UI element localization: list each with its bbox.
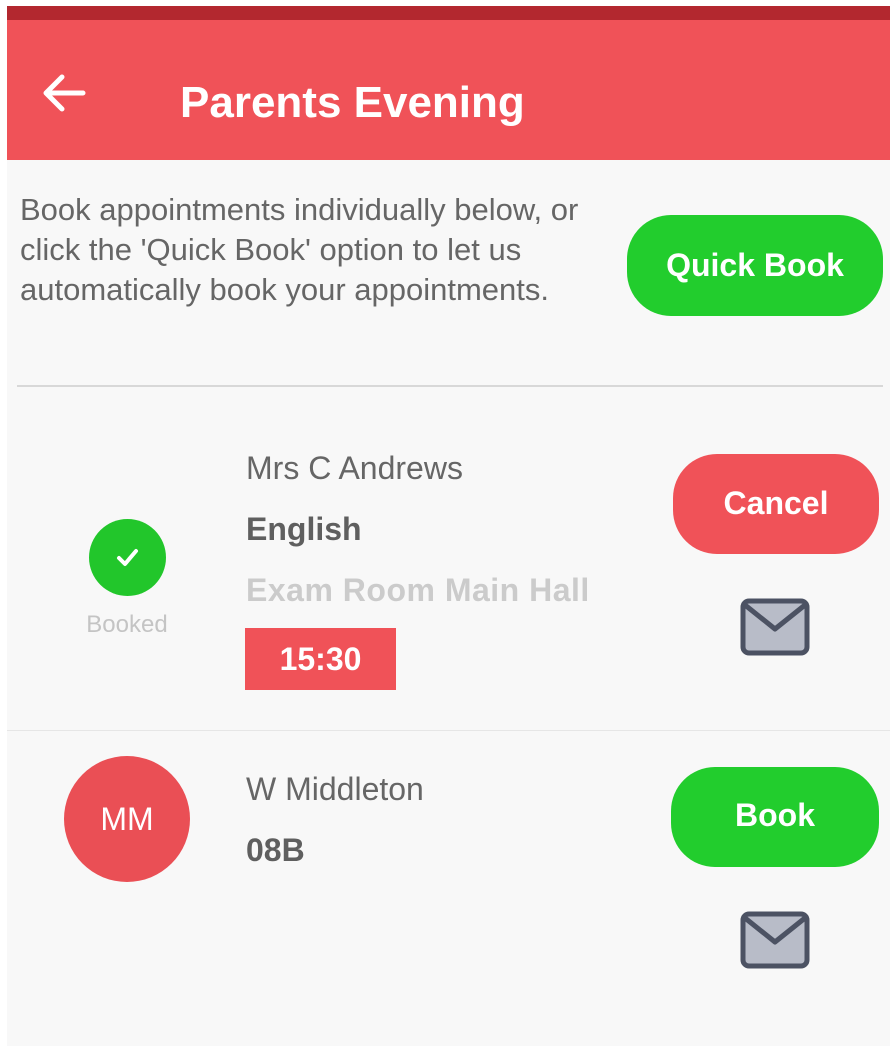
back-arrow-icon[interactable]: [39, 68, 89, 118]
book-button[interactable]: Book: [671, 767, 879, 867]
envelope-icon[interactable]: [740, 911, 810, 969]
status-bar: [7, 6, 890, 20]
room: Exam Room Main Hall: [246, 572, 590, 608]
subject: 08B: [246, 832, 305, 868]
avatar: MM: [64, 756, 190, 882]
quick-book-button[interactable]: Quick Book: [627, 215, 883, 316]
time-badge: 15:30: [245, 628, 396, 690]
app-bar: Parents Evening: [7, 20, 890, 160]
page-title: Parents Evening: [180, 78, 525, 127]
teacher-name: W Middleton: [246, 771, 424, 807]
intro-text: Book appointments individually below, or…: [20, 192, 579, 307]
subject: English: [246, 511, 362, 547]
teacher-name: Mrs C Andrews: [246, 450, 463, 486]
row-divider: [7, 730, 890, 731]
check-icon: [89, 519, 166, 596]
envelope-icon[interactable]: [740, 598, 810, 656]
divider: [17, 385, 883, 387]
status-label: Booked: [86, 611, 168, 638]
app-screen: Parents Evening Book appointments indivi…: [7, 6, 890, 1046]
cancel-button[interactable]: Cancel: [673, 454, 879, 554]
